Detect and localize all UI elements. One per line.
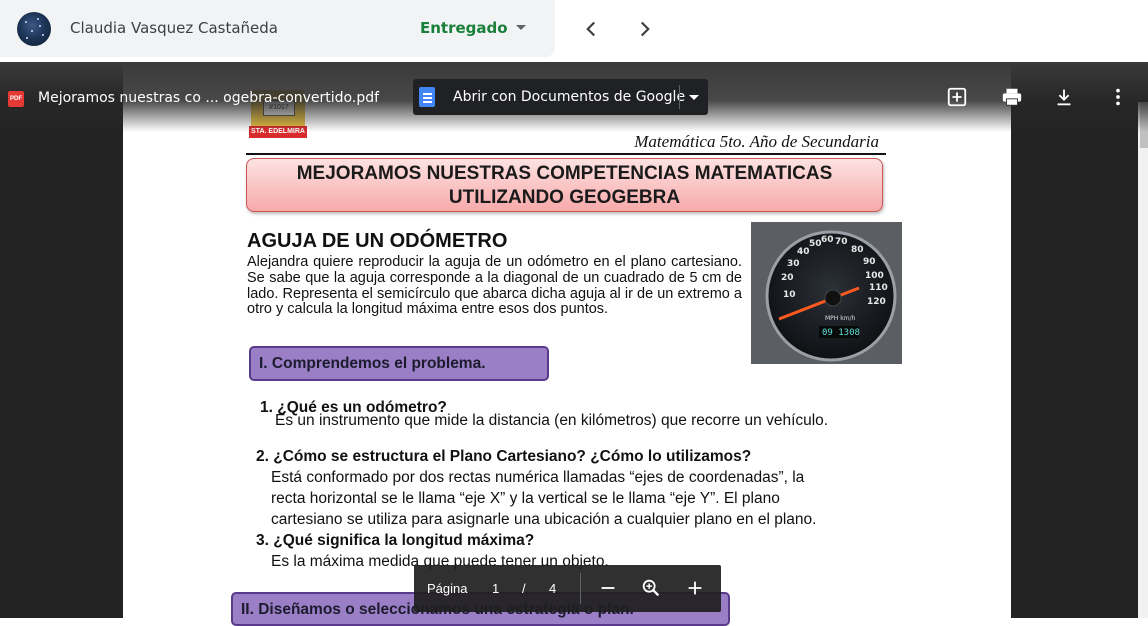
open-with-docs-button[interactable]: Abrir con Documentos de Google bbox=[413, 79, 708, 115]
course-subtitle: Matemática 5to. Año de Secundaria bbox=[634, 132, 879, 151]
question-3-title: 3. ¿Qué significa la longitud máxima? bbox=[256, 532, 535, 549]
previous-student-icon[interactable] bbox=[578, 16, 604, 42]
svg-text:20: 20 bbox=[781, 273, 794, 283]
page-label: Página bbox=[427, 581, 468, 596]
more-options-icon[interactable] bbox=[1107, 86, 1129, 108]
viewer-toolbar: PDF Mejoramos nuestras co ... ogebra-con… bbox=[0, 62, 1148, 132]
scrollbar[interactable] bbox=[1138, 102, 1148, 618]
student-name: Claudia Vasquez Castañeda bbox=[70, 19, 278, 37]
svg-text:120: 120 bbox=[867, 297, 886, 307]
submission-status: Entregado bbox=[420, 19, 508, 37]
step-1-box: I. Comprendemos el problema. bbox=[249, 346, 549, 381]
page-navigation-bar: Página 1 / 4 bbox=[414, 565, 721, 612]
student-header: Claudia Vasquez Castañeda Entregado bbox=[0, 0, 1148, 62]
file-name: Mejoramos nuestras co ... ogebra-convert… bbox=[38, 90, 380, 106]
avatar bbox=[17, 12, 51, 46]
problem-statement: Alejandra quiere reproducir la aguja de … bbox=[247, 254, 742, 318]
page-separator: / bbox=[522, 581, 526, 596]
question-2-answer-line: recta horizontal se le llama “eje X” y l… bbox=[271, 490, 780, 507]
svg-text:110: 110 bbox=[869, 283, 888, 293]
current-page-input[interactable]: 1 bbox=[492, 581, 499, 596]
question-1-answer: Es un instrumento que mide la distancia … bbox=[275, 412, 829, 429]
pdf-file-icon: PDF bbox=[8, 91, 24, 107]
svg-text:60: 60 bbox=[821, 235, 834, 245]
section-title: AGUJA DE UN ODÓMETRO bbox=[247, 230, 508, 252]
zoom-icon[interactable] bbox=[640, 577, 662, 599]
zoom-out-icon[interactable] bbox=[597, 577, 619, 599]
next-student-icon[interactable] bbox=[632, 16, 658, 42]
svg-text:10: 10 bbox=[783, 290, 796, 300]
svg-text:90: 90 bbox=[863, 257, 876, 267]
divider bbox=[679, 85, 680, 109]
svg-text:80: 80 bbox=[851, 245, 864, 255]
download-icon[interactable] bbox=[1053, 86, 1075, 108]
svg-text:MPH km/h: MPH km/h bbox=[825, 315, 856, 322]
chevron-down-icon[interactable] bbox=[516, 25, 526, 30]
svg-text:70: 70 bbox=[835, 237, 848, 247]
zoom-in-icon[interactable] bbox=[684, 577, 706, 599]
svg-text:09 1308: 09 1308 bbox=[822, 328, 860, 338]
total-pages: 4 bbox=[549, 581, 557, 596]
chevron-down-icon[interactable] bbox=[689, 95, 699, 100]
divider bbox=[246, 153, 886, 155]
document-title: MEJORAMOS NUESTRAS COMPETENCIAS MATEMATI… bbox=[246, 158, 883, 212]
svg-text:40: 40 bbox=[797, 247, 810, 257]
odometer-photo: 10 20 30 40 50 60 70 80 90 100 110 120 MPH km/h … bbox=[751, 222, 902, 364]
pdf-viewer: PDF Mejoramos nuestras co ... ogebra-con… bbox=[0, 62, 1148, 626]
question-2-answer-line: Está conformado por dos rectas numérica … bbox=[271, 469, 805, 486]
open-with-label: Abrir con Documentos de Google bbox=[453, 89, 686, 105]
divider bbox=[580, 573, 581, 604]
print-icon[interactable] bbox=[1001, 86, 1023, 108]
student-selector[interactable]: Claudia Vasquez Castañeda Entregado bbox=[0, 0, 555, 57]
pdf-page: #1017 STA. EDELMIRA Matemática 5to. Año … bbox=[123, 62, 1011, 626]
question-2-title: 2. ¿Cómo se estructura el Plano Cartesia… bbox=[256, 448, 752, 465]
google-docs-icon bbox=[419, 87, 435, 107]
svg-text:100: 100 bbox=[865, 271, 884, 281]
question-2-answer-line: cartesiano se utiliza para asignarle una… bbox=[271, 511, 817, 528]
add-comment-icon[interactable] bbox=[946, 86, 968, 108]
svg-text:50: 50 bbox=[809, 239, 822, 249]
svg-text:30: 30 bbox=[787, 259, 800, 269]
